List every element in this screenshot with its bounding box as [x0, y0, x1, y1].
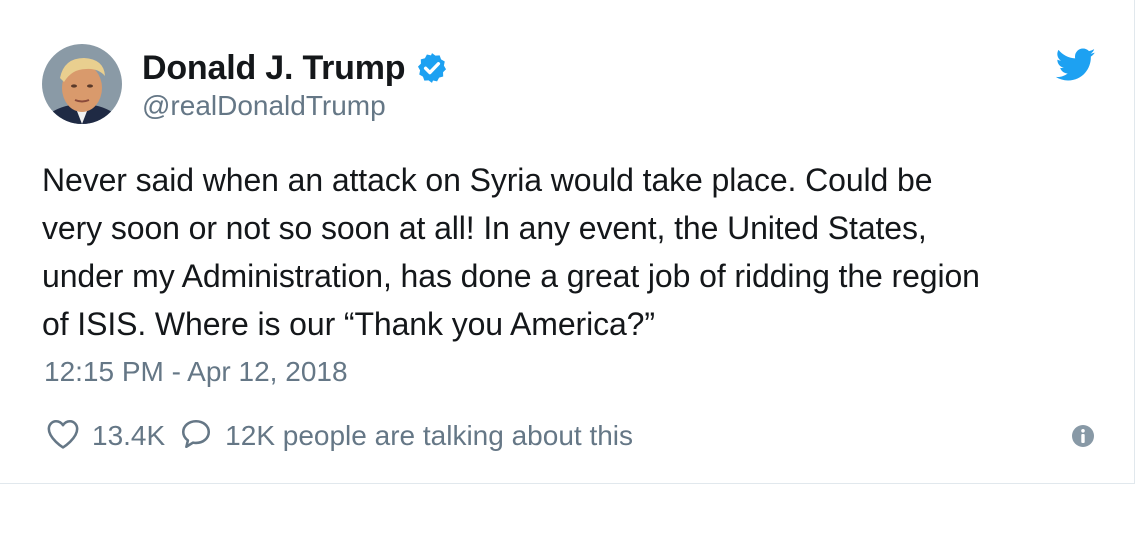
info-icon[interactable] — [1071, 424, 1095, 448]
like-count[interactable]: 13.4K — [92, 420, 165, 452]
tweet-timestamp[interactable]: 12:15 PM - Apr 12, 2018 — [44, 356, 348, 388]
tweet-text-line: under my Administration, has done a grea… — [42, 258, 980, 294]
tweet-text-line: very soon or not so soon at all! In any … — [42, 210, 927, 246]
tweet-text: Never said when an attack on Syria would… — [42, 156, 1112, 348]
tweet-text-line: Never said when an attack on Syria would… — [42, 162, 933, 198]
author-handle[interactable]: @realDonaldTrump — [142, 90, 449, 122]
avatar-photo — [42, 44, 122, 124]
verified-badge-icon — [415, 51, 449, 85]
twitter-bird-icon[interactable] — [1055, 48, 1096, 82]
avatar[interactable] — [42, 44, 122, 124]
tweet-card: Donald J. Trump @realDonaldTrump Never s… — [0, 0, 1135, 484]
tweet-actions: 13.4K 12K people are talking about this — [46, 418, 633, 454]
author-name[interactable]: Donald J. Trump — [142, 49, 406, 88]
talking-about-link[interactable]: 12K people are talking about this — [225, 420, 633, 452]
speech-bubble-icon[interactable] — [179, 417, 213, 456]
tweet-text-line: of ISIS. Where is our “Thank you America… — [42, 306, 655, 342]
author-block: Donald J. Trump @realDonaldTrump — [142, 46, 449, 122]
author-name-row: Donald J. Trump — [142, 46, 449, 90]
heart-icon[interactable] — [46, 418, 80, 455]
